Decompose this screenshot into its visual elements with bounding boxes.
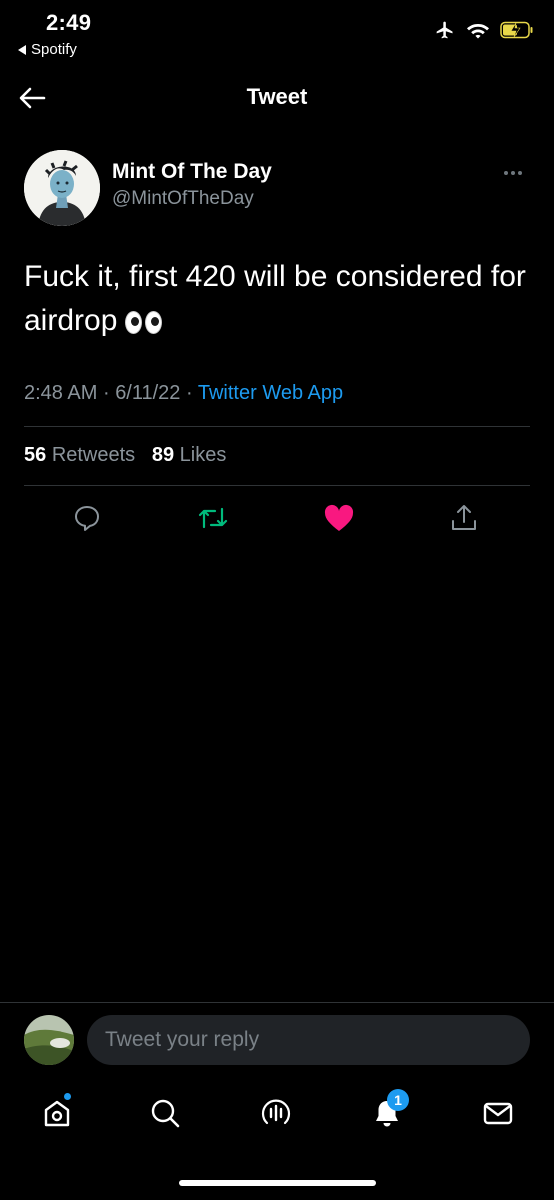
tab-notifications[interactable]: 1 bbox=[367, 1089, 409, 1133]
eyes-emoji-icon bbox=[125, 310, 163, 334]
divider bbox=[0, 1002, 554, 1003]
reply-icon bbox=[75, 506, 99, 531]
eye-right bbox=[145, 310, 163, 334]
reply-button[interactable] bbox=[69, 500, 105, 536]
back-triangle-icon bbox=[18, 44, 26, 55]
tab-home[interactable] bbox=[37, 1093, 77, 1133]
airplane-icon bbox=[436, 21, 453, 39]
home-icon bbox=[44, 1100, 70, 1127]
notifications-badge: 1 bbox=[387, 1089, 409, 1111]
status-time: 2:49 bbox=[46, 10, 92, 35]
tweet-date: 6/11/22 bbox=[115, 382, 181, 404]
more-dot bbox=[511, 171, 515, 175]
tweet-stats: 56 Retweets 89 Likes bbox=[24, 444, 226, 467]
retweet-icon bbox=[198, 507, 228, 529]
landscape-avatar-icon bbox=[24, 1015, 74, 1065]
reply-input[interactable] bbox=[87, 1015, 530, 1065]
battery-charging-icon bbox=[500, 21, 533, 39]
retweets-count: 56 bbox=[24, 444, 47, 466]
author-avatar[interactable] bbox=[24, 150, 100, 226]
tweet-meta: 2:48 AM · 6/11/22 · Twitter Web App bbox=[24, 382, 343, 405]
more-options-button[interactable] bbox=[504, 168, 530, 178]
author-name[interactable]: Mint Of The Day bbox=[112, 160, 272, 184]
home-indicator[interactable] bbox=[179, 1180, 376, 1186]
avatar-portrait-icon bbox=[24, 150, 100, 226]
spaces-icon bbox=[261, 1099, 291, 1125]
tab-messages[interactable] bbox=[478, 1093, 518, 1133]
meta-separator: · bbox=[186, 382, 193, 404]
like-icon bbox=[324, 504, 354, 531]
page-title: Tweet bbox=[246, 84, 308, 109]
back-to-app-link[interactable]: Spotify bbox=[18, 41, 77, 58]
share-button[interactable] bbox=[446, 500, 482, 536]
likes-label: Likes bbox=[179, 444, 227, 466]
share-icon bbox=[452, 505, 476, 530]
retweets-stat[interactable]: 56 Retweets bbox=[24, 444, 135, 466]
tweet-source-link[interactable]: Twitter Web App bbox=[198, 382, 343, 404]
home-unread-dot bbox=[64, 1093, 71, 1100]
tweet-text: Fuck it, first 420 will be considered fo… bbox=[24, 255, 534, 343]
meta-separator: · bbox=[102, 382, 110, 404]
likes-stat[interactable]: 89 Likes bbox=[152, 444, 227, 466]
divider bbox=[24, 426, 530, 427]
back-app-label: Spotify bbox=[31, 41, 77, 58]
tab-spaces[interactable] bbox=[256, 1093, 296, 1133]
divider bbox=[24, 485, 530, 486]
tweet-body: Fuck it, first 420 will be considered fo… bbox=[24, 260, 526, 337]
more-dot bbox=[518, 171, 522, 175]
retweet-button[interactable] bbox=[195, 500, 231, 536]
retweets-label: Retweets bbox=[51, 444, 136, 466]
wifi-icon bbox=[467, 24, 489, 39]
search-icon bbox=[151, 1099, 180, 1128]
tweet-time: 2:48 AM bbox=[24, 382, 98, 404]
eye-left bbox=[125, 310, 143, 334]
like-button[interactable] bbox=[321, 500, 357, 536]
likes-count: 89 bbox=[151, 444, 175, 466]
messages-icon bbox=[483, 1102, 513, 1125]
tab-search[interactable] bbox=[145, 1093, 185, 1133]
more-dot bbox=[504, 171, 508, 175]
author-handle[interactable]: @MintOfTheDay bbox=[112, 188, 254, 210]
user-avatar[interactable] bbox=[24, 1015, 74, 1065]
status-icons bbox=[434, 20, 534, 40]
